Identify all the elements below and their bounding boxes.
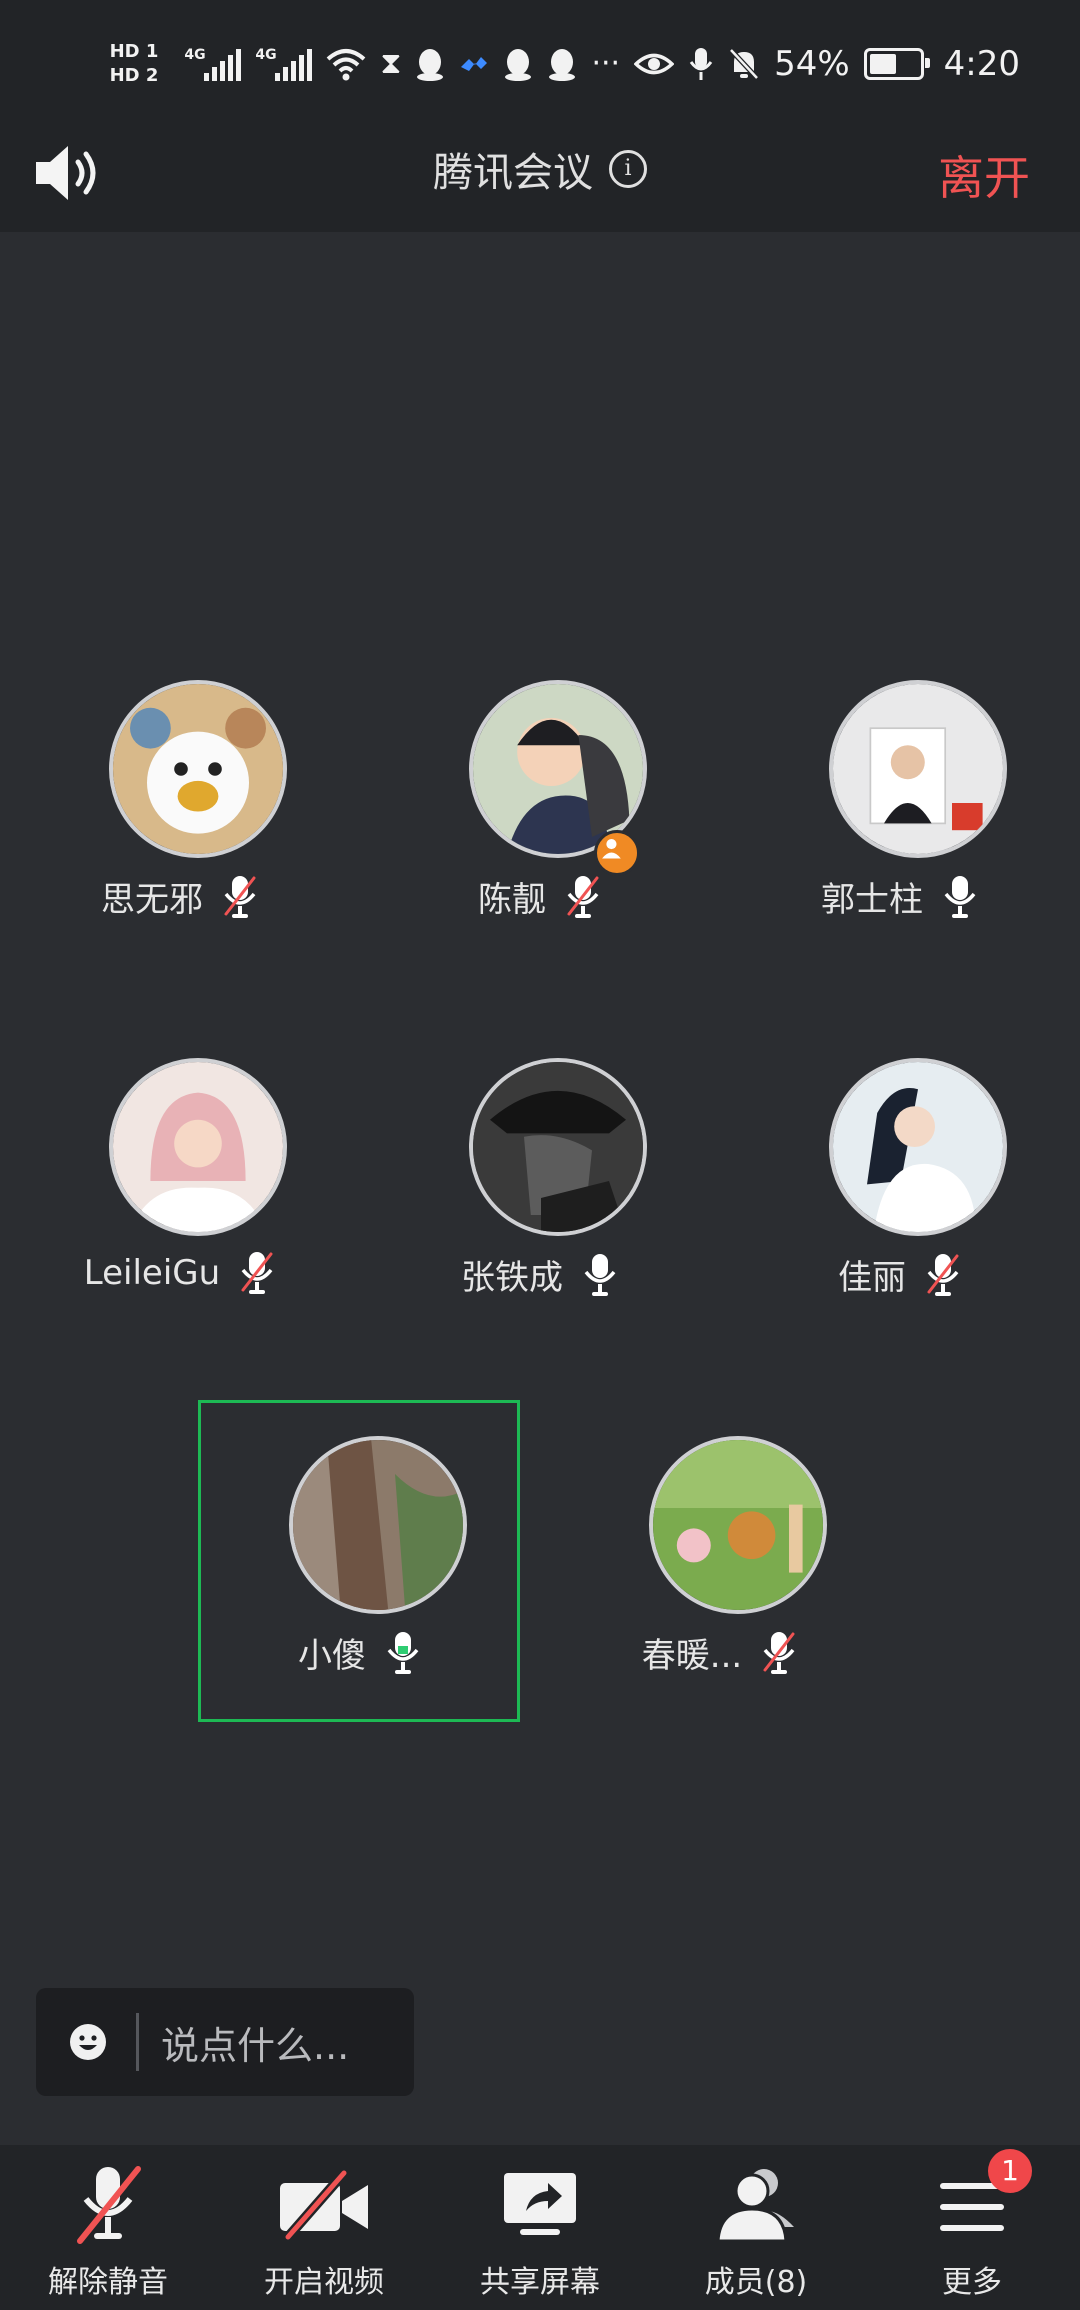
participant-name-row: 思无邪 <box>20 872 340 921</box>
leave-button[interactable]: 离开 <box>938 142 1030 208</box>
wifi-icon <box>327 49 366 81</box>
status-bar: HD 1 HD 2 4G 4G ⧗ ··· 54% 4:20 <box>0 0 1080 120</box>
participant-name: 小傻 <box>298 1636 366 1676</box>
participant-name: 郭士柱 <box>821 880 923 920</box>
participant-name-row: 陈靓 <box>380 872 700 921</box>
qq-icon-3 <box>549 49 576 81</box>
more-button[interactable]: 1 更多 <box>864 2145 1080 2310</box>
signal-1-icon: 4G <box>184 47 242 81</box>
muted-mic-icon <box>924 1252 962 1298</box>
muted-mic-icon <box>760 1630 798 1676</box>
more-notifications-icon: ··· <box>591 46 621 81</box>
muted-mic-icon <box>221 874 259 920</box>
avatar <box>289 1436 467 1614</box>
avatar <box>829 1058 1007 1236</box>
hd2-label: HD 2 <box>109 65 159 86</box>
chat-input[interactable]: 说点什么... <box>36 1988 414 2096</box>
start-video-button[interactable]: 开启视频 <box>216 2145 432 2310</box>
avatar <box>469 1058 647 1236</box>
more-label: 更多 <box>942 2265 1002 2300</box>
share-screen-button[interactable]: 共享屏幕 <box>432 2145 648 2310</box>
participant-tile[interactable]: 张铁成 <box>380 1038 700 1338</box>
members-button[interactable]: 成员(8) <box>648 2145 864 2310</box>
meeting-header: 腾讯会议 i 离开 <box>0 120 1080 232</box>
participant-tile[interactable]: 郭士柱 <box>740 660 1060 960</box>
participant-name-row: 小傻 <box>200 1628 520 1677</box>
participant-name: 张铁成 <box>461 1258 563 1298</box>
members-label: 成员(8) <box>704 2265 808 2300</box>
mic-icon <box>384 1630 422 1676</box>
participant-name-row: 佳丽 <box>740 1250 1060 1299</box>
unmute-label: 解除静音 <box>48 2265 168 2300</box>
members-icon <box>716 2169 794 2243</box>
battery-icon <box>863 48 930 80</box>
participant-tile[interactable]: 思无邪 <box>20 660 340 960</box>
eye-icon <box>634 53 675 75</box>
info-icon[interactable]: i <box>609 150 647 188</box>
participant-tile[interactable]: LeileiGu <box>20 1038 340 1338</box>
start-video-label: 开启视频 <box>264 2265 384 2300</box>
avatar <box>109 680 287 858</box>
chat-divider <box>136 2013 139 2071</box>
unmute-button[interactable]: 解除静音 <box>0 2145 216 2310</box>
network-1-label: 4G <box>184 47 206 63</box>
avatar <box>649 1436 827 1614</box>
qq-icon-2 <box>505 49 532 81</box>
participant-name: 佳丽 <box>838 1258 906 1298</box>
participant-tile[interactable]: 佳丽 <box>740 1038 1060 1338</box>
participant-name-row: 郭士柱 <box>740 872 1060 921</box>
battery-percent: 54% <box>774 44 850 84</box>
mic-icon <box>581 1252 619 1298</box>
mic-status-icon <box>689 48 713 80</box>
bottom-toolbar: 解除静音 开启视频 共享屏幕 成员(8) 1 更多 <box>0 2145 1080 2310</box>
signal-2-icon: 4G <box>255 47 313 81</box>
video-off-icon <box>280 2169 368 2241</box>
feishu-icon <box>461 57 488 71</box>
clock: 4:20 <box>943 44 1020 84</box>
participant-name: 思无邪 <box>101 880 203 920</box>
network-2-label: 4G <box>255 47 277 63</box>
share-screen-icon <box>504 2173 576 2235</box>
participant-tile[interactable]: 陈靓 <box>380 660 700 960</box>
participant-name: 陈靓 <box>478 880 546 920</box>
host-badge-icon <box>594 830 640 876</box>
participant-name: LeileiGu <box>83 1253 221 1293</box>
notification-badge: 1 <box>988 2149 1032 2193</box>
share-screen-label: 共享屏幕 <box>480 2265 600 2300</box>
qq-icon <box>417 49 444 81</box>
participant-name-row: LeileiGu <box>20 1250 340 1296</box>
hourglass-icon: ⧗ <box>380 46 402 81</box>
muted-mic-icon <box>238 1250 276 1296</box>
chat-placeholder: 说点什么... <box>161 2023 350 2068</box>
mic-icon <box>941 874 979 920</box>
participant-name-row: 张铁成 <box>380 1250 700 1299</box>
muted-mic-icon <box>77 2166 141 2244</box>
participant-name-row: 春暖... <box>560 1628 880 1677</box>
hd1-label: HD 1 <box>109 41 159 62</box>
meeting-title[interactable]: 腾讯会议 i <box>0 140 1080 198</box>
mute-bell-icon <box>729 48 759 80</box>
participant-tile[interactable]: 小傻 <box>200 1416 520 1716</box>
emoji-icon[interactable] <box>58 2012 118 2072</box>
hd-indicator: HD 1 HD 2 <box>110 41 159 87</box>
avatar <box>109 1058 287 1236</box>
muted-mic-icon <box>564 874 602 920</box>
participant-tile[interactable]: 春暖... <box>560 1416 880 1716</box>
meeting-title-text: 腾讯会议 <box>433 150 593 196</box>
participant-name: 春暖... <box>641 1636 743 1676</box>
status-icons: HD 1 HD 2 4G 4G ⧗ ··· 54% 4:20 <box>110 30 1020 98</box>
avatar <box>829 680 1007 858</box>
